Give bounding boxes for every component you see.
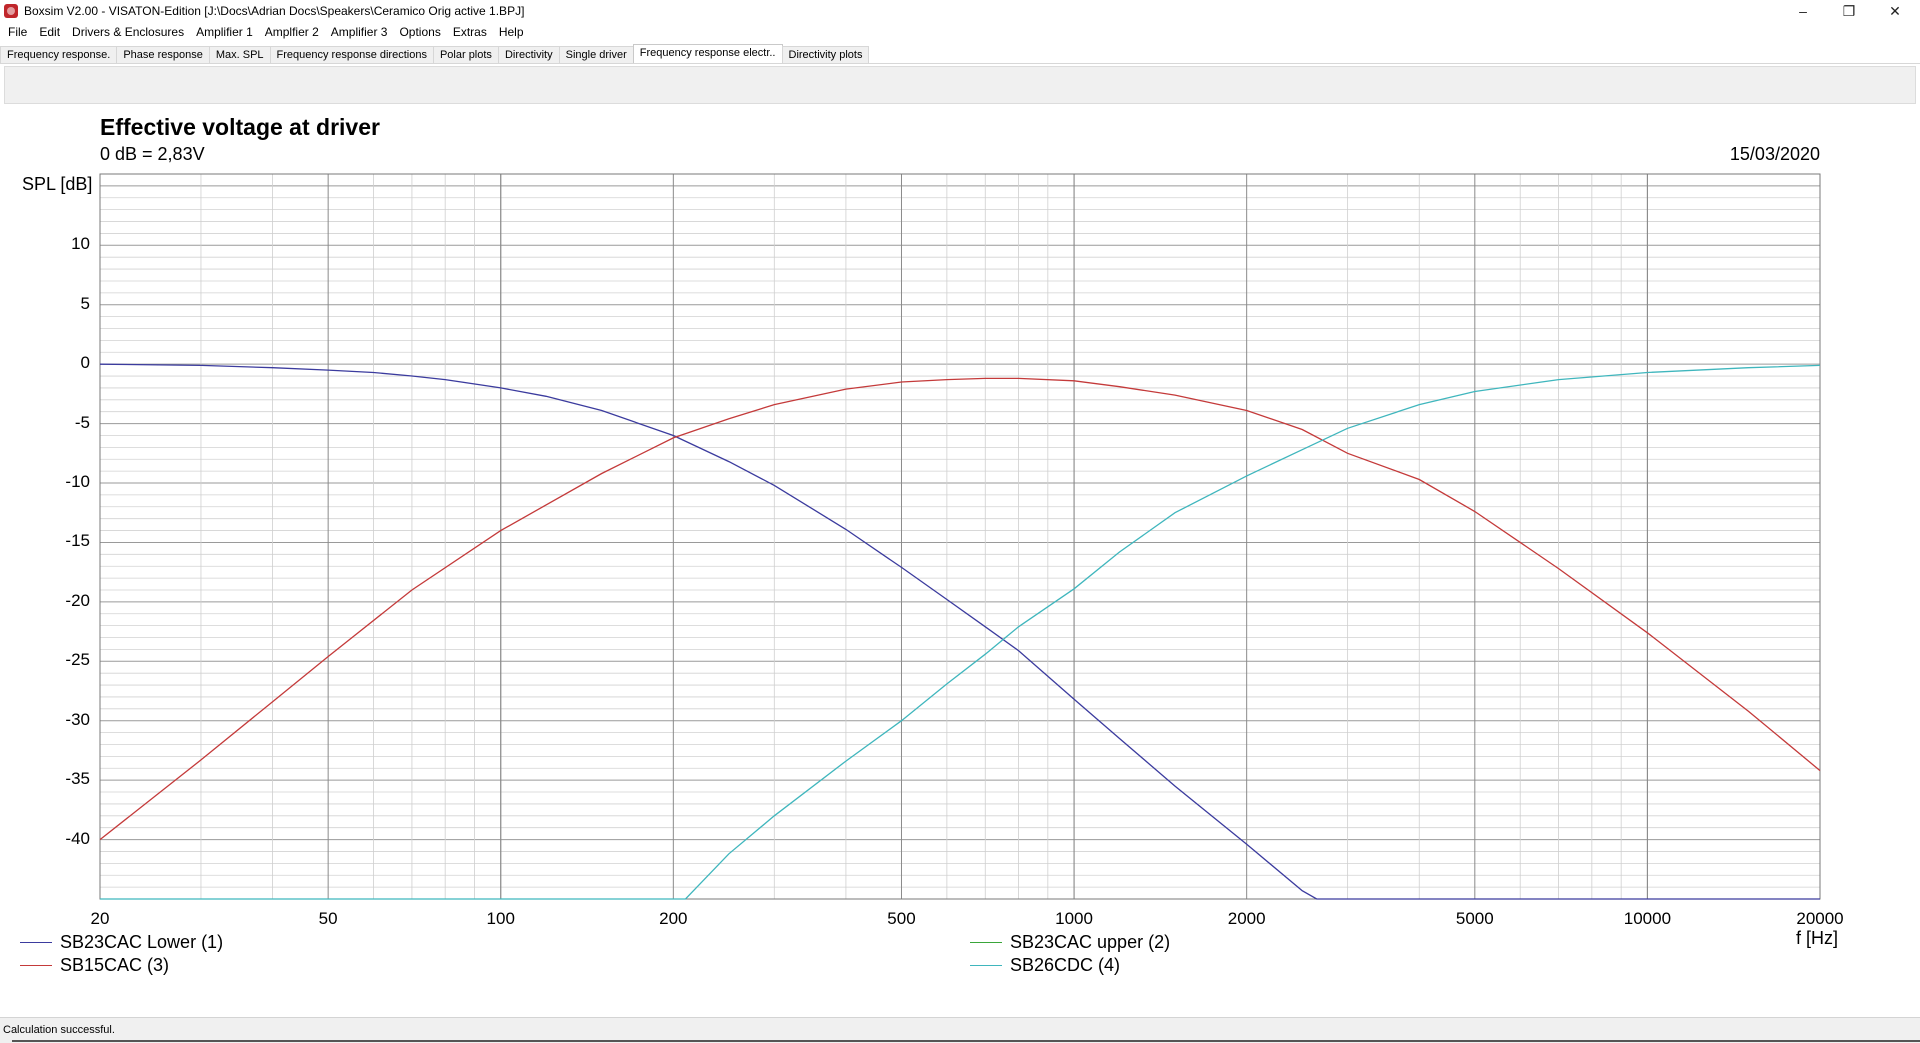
y-tick-label: -40 xyxy=(65,828,90,848)
plot-panel: Effective voltage at driver 0 dB = 2,83V… xyxy=(0,104,1920,1017)
minimize-button[interactable]: – xyxy=(1780,0,1826,22)
legend-item: SB23CAC Lower (1) xyxy=(20,932,223,953)
x-axis-label: f [Hz] xyxy=(1796,928,1839,948)
legend-swatch xyxy=(970,942,1002,943)
close-button[interactable]: ✕ xyxy=(1872,0,1918,22)
x-tick-label: 5000 xyxy=(1455,909,1494,928)
plot-frame xyxy=(99,173,1821,900)
status-bar: Calculation successful. xyxy=(0,1017,1920,1043)
menu-drivers-enclosures[interactable]: Drivers & Enclosures xyxy=(66,25,190,39)
menu-extras[interactable]: Extras xyxy=(447,25,493,39)
chart-plot-area xyxy=(99,173,1821,900)
window-title: Boxsim V2.00 - VISATON-Edition [J:\Docs\… xyxy=(24,4,525,18)
app-icon xyxy=(4,4,18,18)
y-tick-label: -25 xyxy=(65,650,90,670)
tab-phase-response[interactable]: Phase response xyxy=(116,46,210,63)
menu-edit[interactable]: Edit xyxy=(33,25,66,39)
y-tick-label: -10 xyxy=(65,472,90,492)
x-tick-label: 200 xyxy=(659,909,688,928)
tab-polar-plots[interactable]: Polar plots xyxy=(432,46,499,63)
y-axis-label: SPL [dB] xyxy=(22,174,93,194)
toolbar-strip xyxy=(4,66,1916,104)
tab-frequency-response-electrical[interactable]: Frequency response electr.. xyxy=(632,44,783,63)
legend-label: SB23CAC Lower (1) xyxy=(60,932,224,952)
status-text: Calculation successful. xyxy=(3,1024,115,1036)
y-tick-label: -20 xyxy=(65,590,90,610)
x-tick-label: 100 xyxy=(486,909,515,928)
y-tick-label: 10 xyxy=(71,234,90,254)
legend-item: SB15CAC (3) xyxy=(20,955,169,976)
x-tick-label: 2000 xyxy=(1227,909,1266,928)
menu-amplifier-1[interactable]: Amplifier 1 xyxy=(190,25,259,39)
x-tick-label: 20 xyxy=(90,909,110,928)
y-tick-label: -15 xyxy=(65,531,90,551)
legend-item: SB26CDC (4) xyxy=(970,955,1120,976)
legend-swatch xyxy=(20,942,52,943)
legend-swatch xyxy=(970,965,1002,966)
x-tick-label: 10000 xyxy=(1623,909,1672,928)
chart-subtitle: 0 dB = 2,83V xyxy=(100,144,205,164)
menu-file[interactable]: File xyxy=(2,25,33,39)
y-tick-label: -5 xyxy=(74,412,90,432)
legend-label: SB26CDC (4) xyxy=(1010,955,1121,975)
legend-label: SB15CAC (3) xyxy=(60,955,170,975)
legend-label: SB23CAC upper (2) xyxy=(1010,932,1171,952)
series-line-1 xyxy=(99,363,1820,900)
y-tick-label: 5 xyxy=(80,293,90,313)
y-tick-label: 0 xyxy=(80,353,90,373)
x-tick-label: 50 xyxy=(318,909,338,928)
menu-bar: File Edit Drivers & Enclosures Amplifier… xyxy=(0,22,1920,42)
chart-title: Effective voltage at driver xyxy=(100,114,380,140)
chart-date: 15/03/2020 xyxy=(1729,144,1820,164)
x-tick-label: 1000 xyxy=(1055,909,1093,928)
title-bar: Boxsim V2.00 - VISATON-Edition [J:\Docs\… xyxy=(0,0,1920,22)
tab-frequency-response[interactable]: Frequency response. xyxy=(0,46,118,63)
legend-item: SB23CAC upper (2) xyxy=(970,932,1170,953)
x-tick-label: 500 xyxy=(887,909,916,928)
tab-frequency-response-directions[interactable]: Frequency response directions xyxy=(269,46,434,63)
tab-directivity[interactable]: Directivity xyxy=(497,46,560,63)
tab-directivity-plots[interactable]: Directivity plots xyxy=(781,46,870,63)
legend-swatch xyxy=(20,965,52,966)
tab-single-driver[interactable]: Single driver xyxy=(558,46,634,63)
x-tick-label: 20000 xyxy=(1796,909,1844,928)
y-tick-label: -30 xyxy=(65,709,90,729)
menu-help[interactable]: Help xyxy=(493,25,530,39)
maximize-button[interactable]: ❐ xyxy=(1826,0,1872,22)
menu-amplifier-2[interactable]: Amplfier 2 xyxy=(259,25,325,39)
y-tick-label: -35 xyxy=(65,769,90,789)
menu-amplifier-3[interactable]: Amplifier 3 xyxy=(325,25,394,39)
tab-max-spl[interactable]: Max. SPL xyxy=(208,46,271,63)
tab-bar: Frequency response. Phase response Max. … xyxy=(0,44,1920,64)
menu-options[interactable]: Options xyxy=(393,25,446,39)
